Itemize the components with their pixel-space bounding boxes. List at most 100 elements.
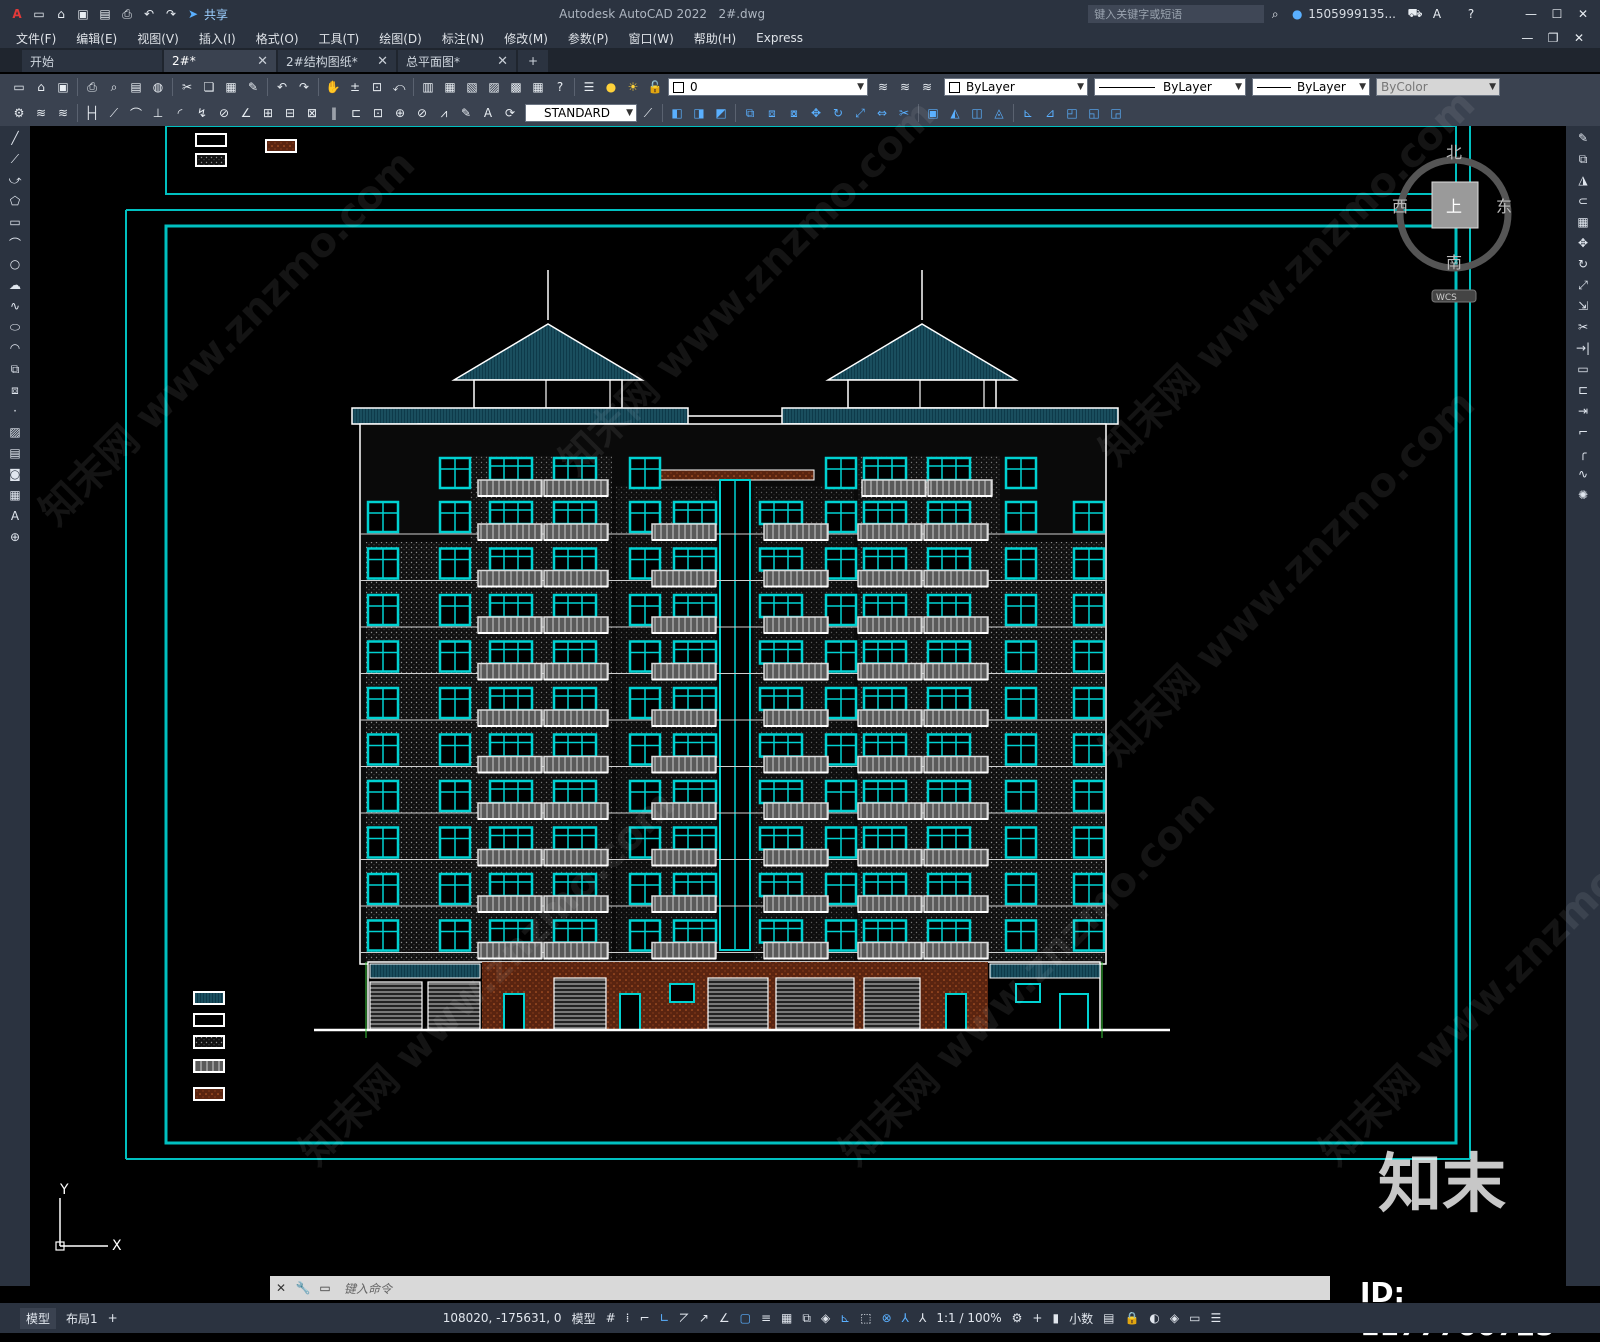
move-icon[interactable]: ✥ [807, 104, 825, 122]
restore-icon[interactable]: ☐ [1548, 5, 1566, 23]
annotation-visibility-icon[interactable]: ⅄ [902, 1311, 909, 1325]
menu-parametric[interactable]: 参数(P) [568, 30, 609, 47]
solid-cylinder-icon[interactable]: ◫ [968, 104, 986, 122]
blend-curves-icon[interactable]: ∿ [1572, 465, 1594, 483]
solid-wedge-icon[interactable]: ◭ [946, 104, 964, 122]
isolate-objects-icon[interactable]: ◐ [1149, 1311, 1159, 1325]
menu-edit[interactable]: 编辑(E) [76, 30, 117, 47]
center-mark-icon[interactable]: ⊕ [391, 104, 409, 122]
isodraft-icon[interactable]: ↗ [699, 1311, 709, 1325]
gizmo-icon[interactable]: ⊗ [882, 1311, 892, 1325]
make-current-icon[interactable]: ≋ [874, 78, 892, 96]
revision-cloud-icon[interactable]: ☁ [4, 276, 26, 294]
cut-icon[interactable]: ✂ [178, 78, 196, 96]
dim-style-icon[interactable]: ⟋ [639, 104, 657, 122]
copy-object-icon[interactable]: ⧉ [1572, 150, 1594, 168]
menu-file[interactable]: 文件(F) [16, 30, 56, 47]
dim-break-icon[interactable]: ⊏ [347, 104, 365, 122]
calculator-icon[interactable]: ▦ [529, 78, 547, 96]
paste-icon[interactable]: ▦ [222, 78, 240, 96]
rotate-icon[interactable]: ↻ [1572, 255, 1594, 273]
dim-angular-icon[interactable]: ∠ [237, 104, 255, 122]
3d-icon[interactable]: ◍ [149, 78, 167, 96]
ortho-icon[interactable]: ∟ [660, 1311, 670, 1325]
redo-icon[interactable]: ↷ [162, 5, 180, 23]
tool-palette-icon[interactable]: ▧ [463, 78, 481, 96]
layout-tab-model[interactable]: 模型 [20, 1307, 57, 1329]
redo-icon[interactable]: ↷ [295, 78, 313, 96]
dynamic-ucs-icon[interactable]: ⊾ [840, 1311, 850, 1325]
solid-cone-icon[interactable]: ◬ [990, 104, 1008, 122]
infer-icon[interactable]: ⌐ [639, 1311, 649, 1325]
rotate-icon[interactable]: ↻ [829, 104, 847, 122]
layer-lock-icon[interactable]: 🔓 [646, 78, 664, 96]
mtext-icon[interactable]: A [4, 507, 26, 525]
menu-tools[interactable]: 工具(T) [319, 30, 360, 47]
properties-icon[interactable]: ▥ [419, 78, 437, 96]
workspace-icon[interactable]: ⚙ [1012, 1311, 1023, 1325]
array-icon[interactable]: ▦ [1572, 213, 1594, 231]
new-tab-button[interactable]: + [518, 50, 548, 72]
menu-express[interactable]: Express [756, 31, 803, 45]
move-icon[interactable]: ✥ [1572, 234, 1594, 252]
construction-line-icon[interactable]: ⟋ [4, 150, 26, 168]
undo-icon[interactable]: ↶ [140, 5, 158, 23]
new-file-icon[interactable]: ▭ [30, 5, 48, 23]
open-file-icon[interactable]: ⌂ [52, 5, 70, 23]
ucs-world-icon[interactable]: ⊿ [1041, 104, 1059, 122]
dim-baseline-icon[interactable]: ⊟ [281, 104, 299, 122]
clean-screen-icon[interactable]: ▭ [1189, 1311, 1200, 1325]
dim-edit-icon[interactable]: ✎ [457, 104, 475, 122]
menu-modify[interactable]: 修改(M) [504, 30, 548, 47]
stretch-icon[interactable]: ⇲ [1572, 297, 1594, 315]
doc-minimize-icon[interactable]: — [1518, 29, 1536, 47]
menu-window[interactable]: 窗口(W) [629, 30, 674, 47]
ucs-view-icon[interactable]: ◲ [1107, 104, 1125, 122]
annotation-monitor-icon[interactable]: + [1032, 1311, 1042, 1325]
lineweight-select[interactable]: ByLayer ▼ [1252, 78, 1370, 96]
zoom-realtime-icon[interactable]: ± [346, 78, 364, 96]
close-tab-icon[interactable]: ✕ [257, 54, 268, 69]
mirror-icon[interactable]: ⧉ [741, 104, 759, 122]
chamfer-icon[interactable]: ⌐ [1572, 423, 1594, 441]
units-value[interactable]: 小数 [1069, 1310, 1093, 1327]
coordinates-readout[interactable]: 108020, -175631, 0 [443, 1311, 562, 1325]
matchprop-icon[interactable]: ✎ [244, 78, 262, 96]
layer-walk-icon[interactable]: ≋ [32, 104, 50, 122]
layer-select[interactable]: 0 ▼ [668, 78, 868, 96]
units-icon[interactable]: ▮ [1052, 1311, 1059, 1325]
make-block-icon[interactable]: ⧈ [4, 381, 26, 399]
sheet-set-icon[interactable]: ▨ [485, 78, 503, 96]
linetype-select[interactable]: ByLayer ▼ [1094, 78, 1246, 96]
explode-icon[interactable]: ✺ [1572, 486, 1594, 504]
polar-icon[interactable]: ⦢ [680, 1311, 689, 1326]
dim-text-edit-icon[interactable]: A [479, 104, 497, 122]
annotation-scale[interactable]: 1:1 / 100% [936, 1311, 1001, 1325]
menu-dimension[interactable]: 标注(N) [442, 30, 484, 47]
dim-space-icon[interactable]: ‖ [325, 104, 343, 122]
inspect-icon[interactable]: ⊘ [413, 104, 431, 122]
array-icon[interactable]: ⧇ [785, 104, 803, 122]
menu-insert[interactable]: 插入(I) [199, 30, 236, 47]
search-icon[interactable]: ⌕ [1266, 5, 1284, 23]
share-button[interactable]: 共享 [204, 6, 228, 23]
autodesk-icon[interactable]: A [1428, 5, 1446, 23]
customization-icon[interactable]: ☰ [1210, 1311, 1221, 1325]
lock-ui-icon[interactable]: 🔒 [1124, 1311, 1139, 1325]
autocad-app-icon[interactable]: A [8, 5, 26, 23]
doc-close-icon[interactable]: ✕ [1570, 29, 1588, 47]
user-name[interactable]: 1505999135... [1308, 7, 1396, 21]
offset-icon[interactable]: ⊂ [1572, 192, 1594, 210]
color-select[interactable]: ByLayer ▼ [944, 78, 1088, 96]
transparency-icon[interactable]: ▦ [781, 1311, 792, 1325]
cart-icon[interactable]: ⛟ [1406, 5, 1424, 23]
ellipse-icon[interactable]: ⬭ [4, 318, 26, 336]
layer-isolate-icon[interactable]: ≋ [54, 104, 72, 122]
lineweight-icon[interactable]: ≡ [761, 1311, 771, 1325]
publish-icon[interactable]: ▤ [127, 78, 145, 96]
trim-icon[interactable]: ✂ [1572, 318, 1594, 336]
open-icon[interactable]: ⌂ [32, 78, 50, 96]
ellipse-arc-icon[interactable]: ◠ [4, 339, 26, 357]
region-icon[interactable]: ◙ [4, 465, 26, 483]
layer-states-icon[interactable]: ≋ [918, 78, 936, 96]
